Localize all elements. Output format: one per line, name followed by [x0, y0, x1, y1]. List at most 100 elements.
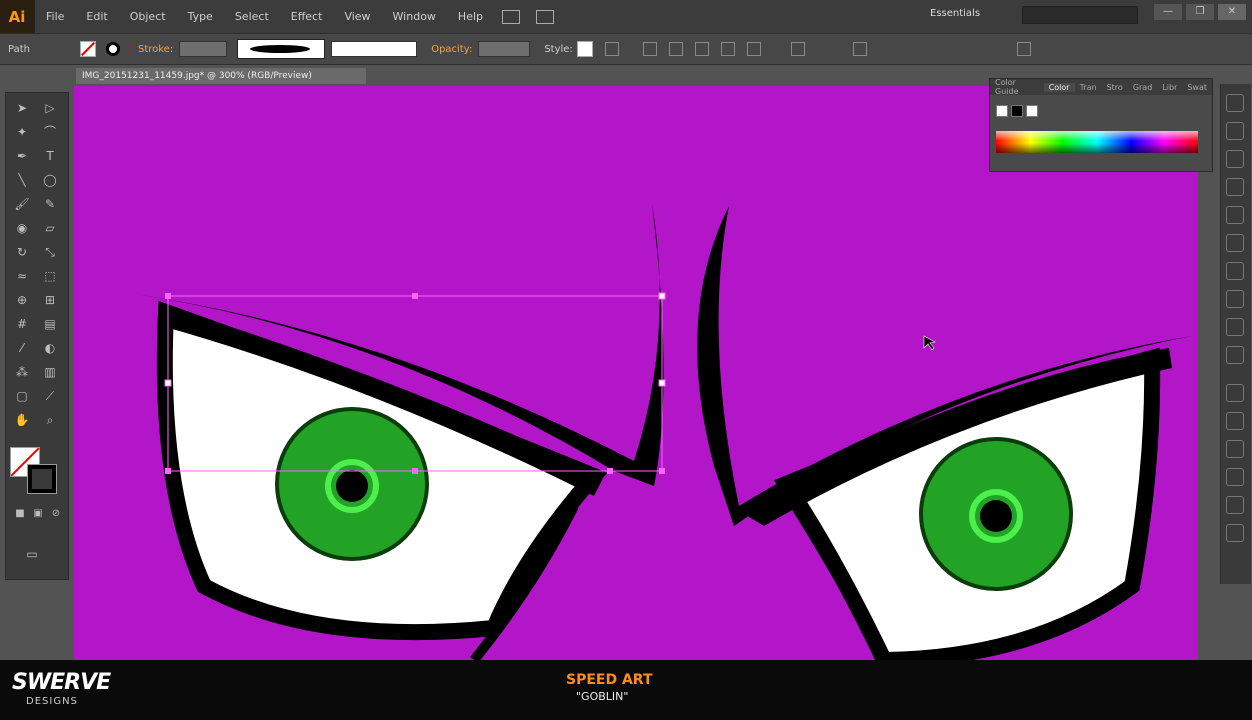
- minimize-button[interactable]: —: [1154, 4, 1182, 20]
- gradient-panel-icon[interactable]: [1226, 290, 1244, 308]
- recolor-icon[interactable]: [604, 42, 619, 56]
- panel-menu-icon[interactable]: [1016, 42, 1031, 56]
- symbol-sprayer-icon[interactable]: ⁂: [12, 363, 32, 381]
- opacity-label[interactable]: Opacity:: [431, 44, 472, 55]
- gradient-icon[interactable]: ▤: [40, 315, 60, 333]
- none-color-icon[interactable]: ⊘: [46, 505, 66, 523]
- artboard-icon[interactable]: ▢: [12, 387, 32, 405]
- tab-swatches[interactable]: Swat: [1182, 83, 1212, 92]
- type-icon[interactable]: T: [40, 147, 60, 165]
- graph-icon[interactable]: ▥: [40, 363, 60, 381]
- symbols-icon[interactable]: [1226, 206, 1244, 224]
- left-pupil[interactable]: [336, 470, 368, 502]
- maximize-button[interactable]: ❐: [1186, 4, 1214, 20]
- color-guide-icon[interactable]: [1226, 122, 1244, 140]
- stroke-icon[interactable]: [1226, 262, 1244, 280]
- artboard-canvas[interactable]: [74, 86, 1198, 660]
- line-icon[interactable]: ╲: [12, 171, 32, 189]
- anchor-handle[interactable]: [165, 293, 171, 299]
- arrange-documents-icon[interactable]: [536, 9, 554, 24]
- swatches-icon[interactable]: [1226, 150, 1244, 168]
- draw-normal-icon[interactable]: ■: [10, 505, 30, 523]
- pen-icon[interactable]: ✒: [12, 147, 32, 165]
- menu-select[interactable]: Select: [224, 10, 280, 23]
- stroke-label[interactable]: Stroke:: [138, 44, 173, 55]
- graphic-style-swatch[interactable]: [576, 41, 593, 57]
- screen-mode-icon[interactable]: ▭: [22, 545, 42, 563]
- tab-gradient[interactable]: Grad: [1128, 83, 1157, 92]
- anchor-handle[interactable]: [164, 379, 172, 387]
- color-spectrum[interactable]: [996, 131, 1198, 153]
- anchor-handle[interactable]: [607, 468, 613, 474]
- tab-transparency[interactable]: Tran: [1075, 83, 1102, 92]
- selection-icon[interactable]: ➤: [12, 99, 32, 117]
- bridge-icon[interactable]: [502, 9, 520, 24]
- close-button[interactable]: ✕: [1218, 4, 1246, 20]
- brushes-icon[interactable]: [1226, 178, 1244, 196]
- brush-definition[interactable]: [237, 39, 326, 59]
- anchor-handle[interactable]: [658, 379, 666, 387]
- transparency-icon[interactable]: [1226, 318, 1244, 336]
- menu-help[interactable]: Help: [447, 10, 494, 23]
- workspace-switcher[interactable]: Essentials: [930, 8, 980, 19]
- zoom-icon[interactable]: ⌕: [40, 411, 60, 429]
- links-icon[interactable]: [1226, 524, 1244, 542]
- transform-panel-icon[interactable]: [1226, 496, 1244, 514]
- hand-icon[interactable]: ✋: [12, 411, 32, 429]
- free-transform-icon[interactable]: ⬚: [40, 267, 60, 285]
- lasso-icon[interactable]: ⌒: [40, 123, 60, 141]
- menu-effect[interactable]: Effect: [280, 10, 334, 23]
- pathfinder-icon[interactable]: [1226, 468, 1244, 486]
- menu-edit[interactable]: Edit: [75, 10, 118, 23]
- menu-file[interactable]: File: [35, 10, 75, 23]
- right-pupil[interactable]: [980, 500, 1012, 532]
- align-icon[interactable]: [642, 42, 657, 56]
- direct-selection-icon[interactable]: ▷: [40, 99, 60, 117]
- eyedropper-icon[interactable]: ⁄: [12, 339, 32, 357]
- menu-window[interactable]: Window: [382, 10, 447, 23]
- transform-icon[interactable]: [790, 42, 805, 56]
- align-left-icon[interactable]: [668, 42, 683, 56]
- stroke-color-box[interactable]: [27, 464, 57, 494]
- align-top-icon[interactable]: [746, 42, 761, 56]
- anchor-handle[interactable]: [412, 468, 418, 474]
- pencil-icon[interactable]: ✎: [40, 195, 60, 213]
- menu-type[interactable]: Type: [177, 10, 224, 23]
- opacity-field[interactable]: [478, 41, 531, 57]
- none-swatch[interactable]: [996, 105, 1008, 117]
- anchor-handle[interactable]: [165, 468, 171, 474]
- menu-view[interactable]: View: [333, 10, 381, 23]
- artboards-icon[interactable]: [1226, 412, 1244, 430]
- tab-color[interactable]: Color: [1043, 82, 1075, 92]
- scale-icon[interactable]: ⤡: [40, 243, 60, 261]
- magic-wand-icon[interactable]: ✦: [12, 123, 32, 141]
- warp-icon[interactable]: ≈: [12, 267, 32, 285]
- blend-icon[interactable]: ◐: [40, 339, 60, 357]
- eraser-icon[interactable]: ▱: [40, 219, 60, 237]
- blob-brush-icon[interactable]: ◉: [12, 219, 32, 237]
- search-input[interactable]: [1022, 6, 1138, 24]
- menu-object[interactable]: Object: [119, 10, 177, 23]
- anchor-handle[interactable]: [659, 468, 665, 474]
- isolate-icon[interactable]: [852, 42, 867, 56]
- graphic-styles-icon[interactable]: [1226, 234, 1244, 252]
- layers-icon[interactable]: [1226, 384, 1244, 402]
- brush-name-field[interactable]: [331, 41, 418, 57]
- tab-color-guide[interactable]: Color Guide: [990, 78, 1044, 96]
- mesh-icon[interactable]: #: [12, 315, 32, 333]
- rotate-icon[interactable]: ↻: [12, 243, 32, 261]
- slice-icon[interactable]: ⟋: [40, 387, 60, 405]
- color-panel-icon[interactable]: [1226, 94, 1244, 112]
- perspective-icon[interactable]: ⊞: [40, 291, 60, 309]
- stroke-weight-field[interactable]: [179, 41, 228, 57]
- align-panel-icon[interactable]: [1226, 440, 1244, 458]
- paintbrush-icon[interactable]: 🖌: [12, 195, 32, 213]
- shape-builder-icon[interactable]: ⊕: [12, 291, 32, 309]
- fill-swatch[interactable]: [79, 41, 96, 57]
- anchor-handle[interactable]: [658, 292, 666, 300]
- tab-libraries[interactable]: Libr: [1157, 83, 1182, 92]
- anchor-handle[interactable]: [412, 293, 418, 299]
- document-tab[interactable]: IMG_20151231_11459.jpg* @ 300% (RGB/Prev…: [76, 68, 366, 84]
- appearance-icon[interactable]: [1226, 346, 1244, 364]
- ellipse-icon[interactable]: ◯: [40, 171, 60, 189]
